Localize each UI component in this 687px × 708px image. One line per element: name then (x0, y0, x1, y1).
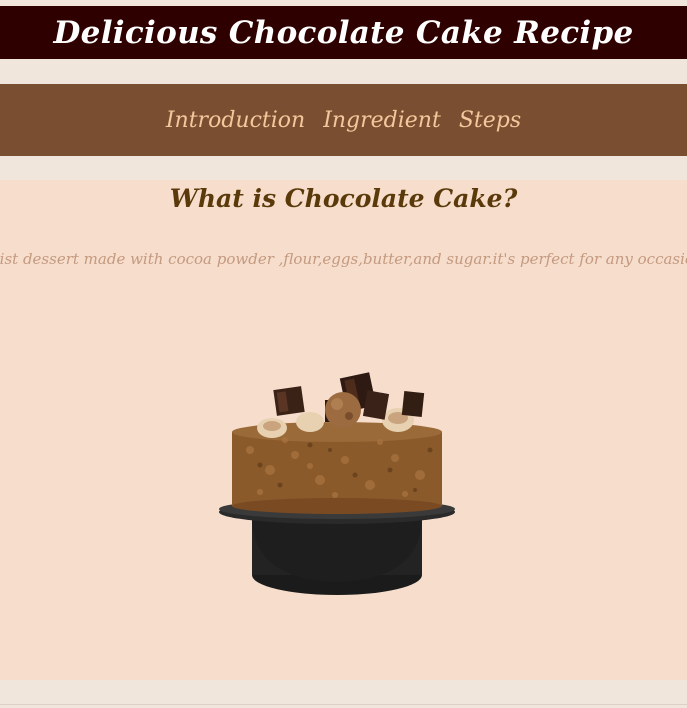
page-bottom-divider (0, 704, 687, 705)
page-title: Delicious Chocolate Cake Recipe (53, 14, 634, 51)
nav-link-steps[interactable]: Steps (459, 108, 521, 133)
nav-link-ingredient[interactable]: Ingredient (323, 108, 441, 133)
introduction-section: What is Chocolate Cake? uist dessert mad… (0, 180, 687, 680)
section-heading: What is Chocolate Cake? (169, 184, 518, 213)
intro-paragraph: uist dessert made with cocoa powder ,flo… (0, 250, 687, 268)
nav-link-introduction[interactable]: Introduction (166, 108, 305, 133)
navbar: Introduction Ingredient Steps (0, 84, 687, 156)
page-header: Delicious Chocolate Cake Recipe (0, 6, 687, 59)
chocolate-cake-image (219, 372, 455, 595)
